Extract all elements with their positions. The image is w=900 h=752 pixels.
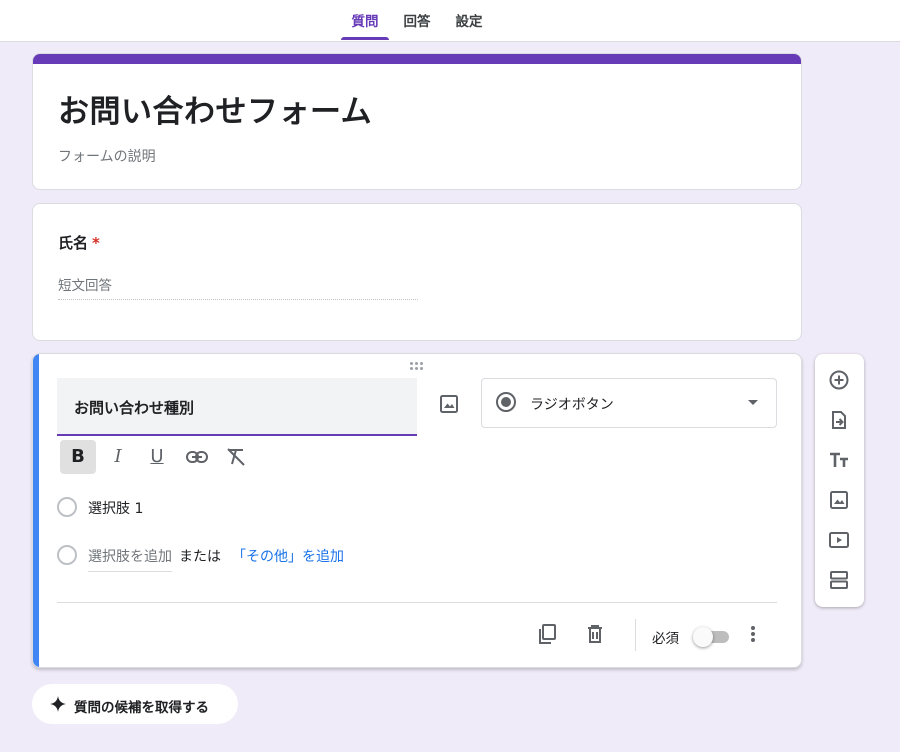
suggest-button-label: 質問の候補を取得する	[74, 700, 209, 716]
question-card-name[interactable]: 氏名 * 短文回答	[32, 203, 802, 341]
add-video-icon[interactable]	[827, 528, 851, 552]
underline-button[interactable]: U	[139, 440, 175, 474]
drag-handle-icon[interactable]	[410, 362, 424, 372]
form-description[interactable]: フォームの説明	[58, 146, 156, 166]
delete-icon[interactable]	[583, 622, 607, 646]
form-header-card[interactable]: お問い合わせフォーム フォームの説明	[32, 53, 802, 190]
required-toggle[interactable]	[693, 626, 731, 647]
chevron-down-icon	[748, 400, 758, 405]
question-title-text: 氏名	[58, 234, 89, 252]
question-type-select[interactable]: ラジオボタン	[481, 378, 777, 428]
form-accent-bar	[33, 54, 801, 64]
more-options-icon[interactable]	[741, 622, 765, 646]
import-questions-icon[interactable]	[827, 408, 851, 432]
footer-separator	[635, 619, 636, 651]
floating-toolbar	[815, 354, 864, 607]
question-type-label: ラジオボタン	[530, 397, 614, 413]
add-image-icon[interactable]	[827, 488, 851, 512]
sparkle-icon	[48, 694, 68, 714]
option-row[interactable]: 選択肢 1	[57, 495, 357, 519]
required-star: *	[92, 234, 100, 252]
title-text-icon[interactable]	[827, 448, 851, 472]
short-answer-placeholder: 短文回答	[58, 274, 418, 300]
tab-responses[interactable]: 回答	[395, 0, 439, 41]
add-option-button[interactable]: 選択肢を追加	[88, 546, 172, 572]
card-divider	[57, 602, 777, 603]
add-option-row: 選択肢を追加 または 「その他」を追加	[57, 543, 457, 572]
tab-settings[interactable]: 設定	[447, 0, 491, 41]
or-text: または	[179, 549, 221, 565]
question-title-input-text[interactable]: お問い合わせ種別	[74, 397, 194, 418]
get-question-suggestions-button[interactable]: 質問の候補を取得する	[32, 684, 238, 724]
form-title[interactable]: お問い合わせフォーム	[58, 86, 372, 131]
italic-button[interactable]: I	[100, 440, 136, 474]
tab-questions[interactable]: 質問	[341, 0, 389, 41]
active-tab-indicator	[341, 37, 389, 40]
add-question-icon[interactable]	[827, 368, 851, 392]
option-label[interactable]: 選択肢 1	[88, 498, 143, 518]
required-label: 必須	[652, 631, 679, 647]
bold-button[interactable]: B	[60, 440, 96, 474]
question-title: 氏名 *	[58, 232, 100, 253]
option-radio	[57, 545, 77, 565]
top-tab-bar: 質問 回答 設定	[0, 0, 900, 42]
radio-button-type-icon	[496, 392, 516, 412]
add-section-icon[interactable]	[827, 568, 851, 592]
link-icon[interactable]	[179, 440, 215, 474]
toggle-thumb	[693, 627, 713, 647]
active-card-indicator	[33, 354, 39, 667]
duplicate-icon[interactable]	[535, 622, 559, 646]
clear-format-icon[interactable]	[218, 440, 254, 474]
add-image-icon[interactable]	[437, 392, 461, 416]
option-radio	[57, 497, 77, 517]
question-card-active[interactable]: お問い合わせ種別 ラジオボタン B I U 選択肢 1 選択肢を追加 または 「…	[32, 353, 802, 668]
question-title-input[interactable]: お問い合わせ種別	[57, 378, 417, 436]
add-other-button[interactable]: 「その他」を追加	[232, 546, 344, 566]
